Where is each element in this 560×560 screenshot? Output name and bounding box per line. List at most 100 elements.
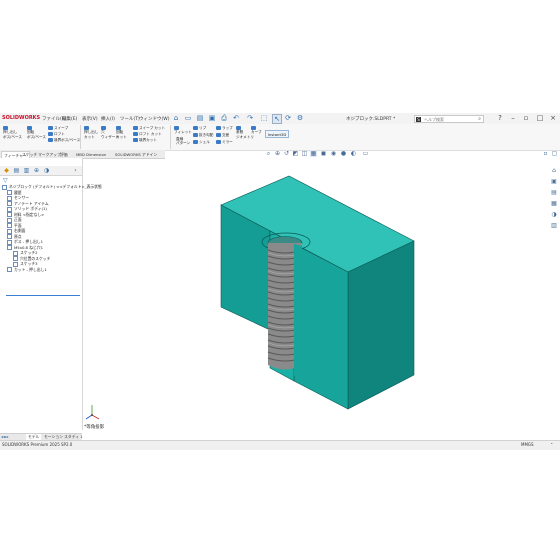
zoom-area-icon[interactable]: ⊕ — [274, 150, 281, 157]
previous-view-icon[interactable]: ↺ — [283, 150, 290, 157]
property-manager-tab-icon[interactable]: ▤ — [13, 167, 20, 174]
menu-tools[interactable]: ツール(T) — [120, 116, 140, 122]
tree-item-cut-extrude[interactable]: カット - 押し出し1 — [2, 266, 82, 272]
open-icon[interactable]: ▤ — [196, 114, 204, 122]
sweep-cut-button[interactable]: スイープ カット — [133, 126, 165, 130]
boundary-cut-label: 境界カット — [139, 138, 157, 142]
sweep-label: スイープ — [54, 126, 69, 130]
ribbon-separator — [80, 125, 81, 149]
rib-button[interactable]: リブ — [193, 126, 206, 130]
graphics-area[interactable] — [84, 158, 548, 430]
undo-icon[interactable]: ↶ — [232, 114, 240, 122]
appearances-icon[interactable]: ◑ — [550, 211, 558, 219]
design-library-icon[interactable]: ▣ — [550, 178, 558, 186]
menu-insert[interactable]: 挿入(I) — [101, 116, 115, 122]
filter-icon[interactable]: ▽ — [3, 177, 8, 184]
save-icon[interactable]: ▣ — [208, 114, 216, 122]
tab-solidworks-addins[interactable]: SOLIDWORKS アドイン — [113, 151, 159, 158]
display-style-icon[interactable]: ◼ — [320, 150, 327, 157]
zoom-to-fit-icon[interactable]: ⌕ — [265, 150, 272, 157]
model-front-face[interactable] — [293, 243, 349, 410]
rebuild-icon[interactable]: ⟳ — [284, 114, 292, 122]
select-cursor-icon[interactable]: ↖ — [272, 114, 282, 124]
dynamic-annotation-icon[interactable]: ◫ — [301, 150, 308, 157]
loft-cut-label: ロフト カット — [139, 132, 162, 136]
redo-icon[interactable]: ↷ — [246, 114, 254, 122]
home-icon[interactable]: ⌂ — [172, 114, 180, 122]
tab-evaluate[interactable]: 評価 — [58, 151, 70, 158]
draft-button[interactable]: 抜き勾配 — [193, 133, 213, 137]
options-icon[interactable]: ⚙ — [296, 114, 304, 122]
minimize-icon[interactable]: – — [507, 114, 519, 123]
view-orientation-icon[interactable]: ▦ — [310, 150, 317, 157]
print-icon[interactable]: ⎙ — [220, 114, 228, 122]
units-indicator[interactable]: MMGS — [521, 442, 534, 447]
search-source-icon[interactable]: S — [416, 117, 421, 122]
display-manager-tab-icon[interactable]: ◑ — [43, 167, 50, 174]
apply-scene-icon[interactable]: ◐ — [350, 150, 357, 157]
close-icon[interactable]: × — [547, 114, 559, 123]
view-settings-icon[interactable]: ▭ — [362, 150, 369, 157]
tree-label: カット - 押し出し1 — [14, 266, 47, 272]
search-field[interactable]: S ヘルプ検索 ⌕ — [414, 115, 484, 123]
plane-icon — [7, 217, 12, 223]
new-icon[interactable]: ▭ — [184, 114, 192, 122]
maximize-viewport-icon[interactable]: ▢ — [551, 150, 558, 157]
loft-button[interactable]: ロフト — [48, 132, 65, 136]
menu-view[interactable]: 表示(V) — [82, 116, 98, 122]
solidworks-logo[interactable]: SOLIDWORKS — [2, 115, 40, 121]
boundary-boss-button[interactable]: 境界ボス/ベース — [48, 138, 80, 142]
extrude-boss-button[interactable]: 押し出し ボス/ベース — [3, 126, 22, 139]
reference-geometry-label-2: ジオメトリ — [236, 134, 254, 139]
boundary-cut-button[interactable]: 境界カット — [133, 138, 157, 142]
shell-label: シェル — [199, 140, 210, 144]
menu-window[interactable]: ウィンドウ(W) — [139, 116, 169, 122]
view-palette-icon[interactable]: ▦ — [550, 200, 558, 208]
wrap-button[interactable]: ラップ — [216, 126, 233, 130]
units-menu-icon[interactable]: ⌃ — [550, 442, 553, 447]
restore-icon[interactable]: ▫ — [520, 114, 532, 123]
boundary-boss-label: 境界ボス/ベース — [54, 138, 81, 142]
document-title: ネジブロック.SLDPRT * — [346, 117, 396, 122]
panel-expand-icon[interactable]: › — [72, 167, 79, 174]
hide-show-items-icon[interactable]: ◉ — [330, 150, 337, 157]
search-icon[interactable]: ⌕ — [478, 116, 481, 122]
plane-icon — [7, 228, 12, 234]
dimxpert-tab-icon[interactable]: ⊕ — [33, 167, 40, 174]
draft-icon — [193, 133, 198, 137]
mirror-button[interactable]: ミラー — [216, 140, 233, 144]
linear-pattern-button[interactable]: 直線 パターン — [176, 137, 190, 146]
extrude-cut-button[interactable]: 押し出し カット — [84, 126, 98, 139]
curves-button[interactable]: カーブ — [251, 126, 262, 135]
feature-manager-tab-icon[interactable]: ◆ — [3, 167, 10, 174]
tree-label: 平面 — [14, 222, 22, 228]
mirror-icon — [216, 140, 221, 144]
fillet-button[interactable]: フィレット — [174, 126, 192, 135]
ribbon-separator — [170, 125, 171, 149]
sweep-button[interactable]: スイープ — [48, 126, 68, 130]
wrap-icon — [216, 126, 221, 130]
sensor-icon — [7, 195, 12, 201]
help-icon[interactable]: ? — [494, 114, 506, 123]
section-view-icon[interactable]: ◩ — [292, 150, 299, 157]
intersect-icon — [216, 133, 221, 137]
maximize-icon[interactable]: □ — [534, 114, 546, 123]
configuration-manager-tab-icon[interactable]: ▥ — [23, 167, 30, 174]
search-placeholder: ヘルプ検索 — [424, 117, 444, 122]
instant3d-button[interactable]: Instant3D — [265, 130, 289, 138]
custom-properties-icon[interactable]: ▥ — [550, 222, 558, 230]
shell-button[interactable]: シェル — [193, 140, 210, 144]
revolve-cut-button[interactable]: 回転 カット — [116, 126, 127, 139]
edit-appearance-icon[interactable]: ● — [340, 150, 347, 157]
revolve-boss-button[interactable]: 回転 ボス/ベース — [27, 126, 46, 139]
loft-cut-button[interactable]: ロフト カット — [133, 132, 162, 136]
select-icon[interactable]: ⬚ — [260, 114, 268, 122]
restore-viewport-icon[interactable]: ▫ — [542, 150, 549, 157]
tree-label: 穴位置のスケッチ — [20, 255, 51, 261]
tab-mbd-dimension[interactable]: MBD Dimension — [74, 151, 108, 158]
menu-edit[interactable]: 編集(E) — [62, 116, 77, 122]
resources-icon[interactable]: ⌂ — [550, 167, 558, 175]
rollback-bar[interactable] — [6, 295, 80, 296]
intersect-button[interactable]: 交差 — [216, 133, 229, 137]
file-explorer-icon[interactable]: ▤ — [550, 189, 558, 197]
